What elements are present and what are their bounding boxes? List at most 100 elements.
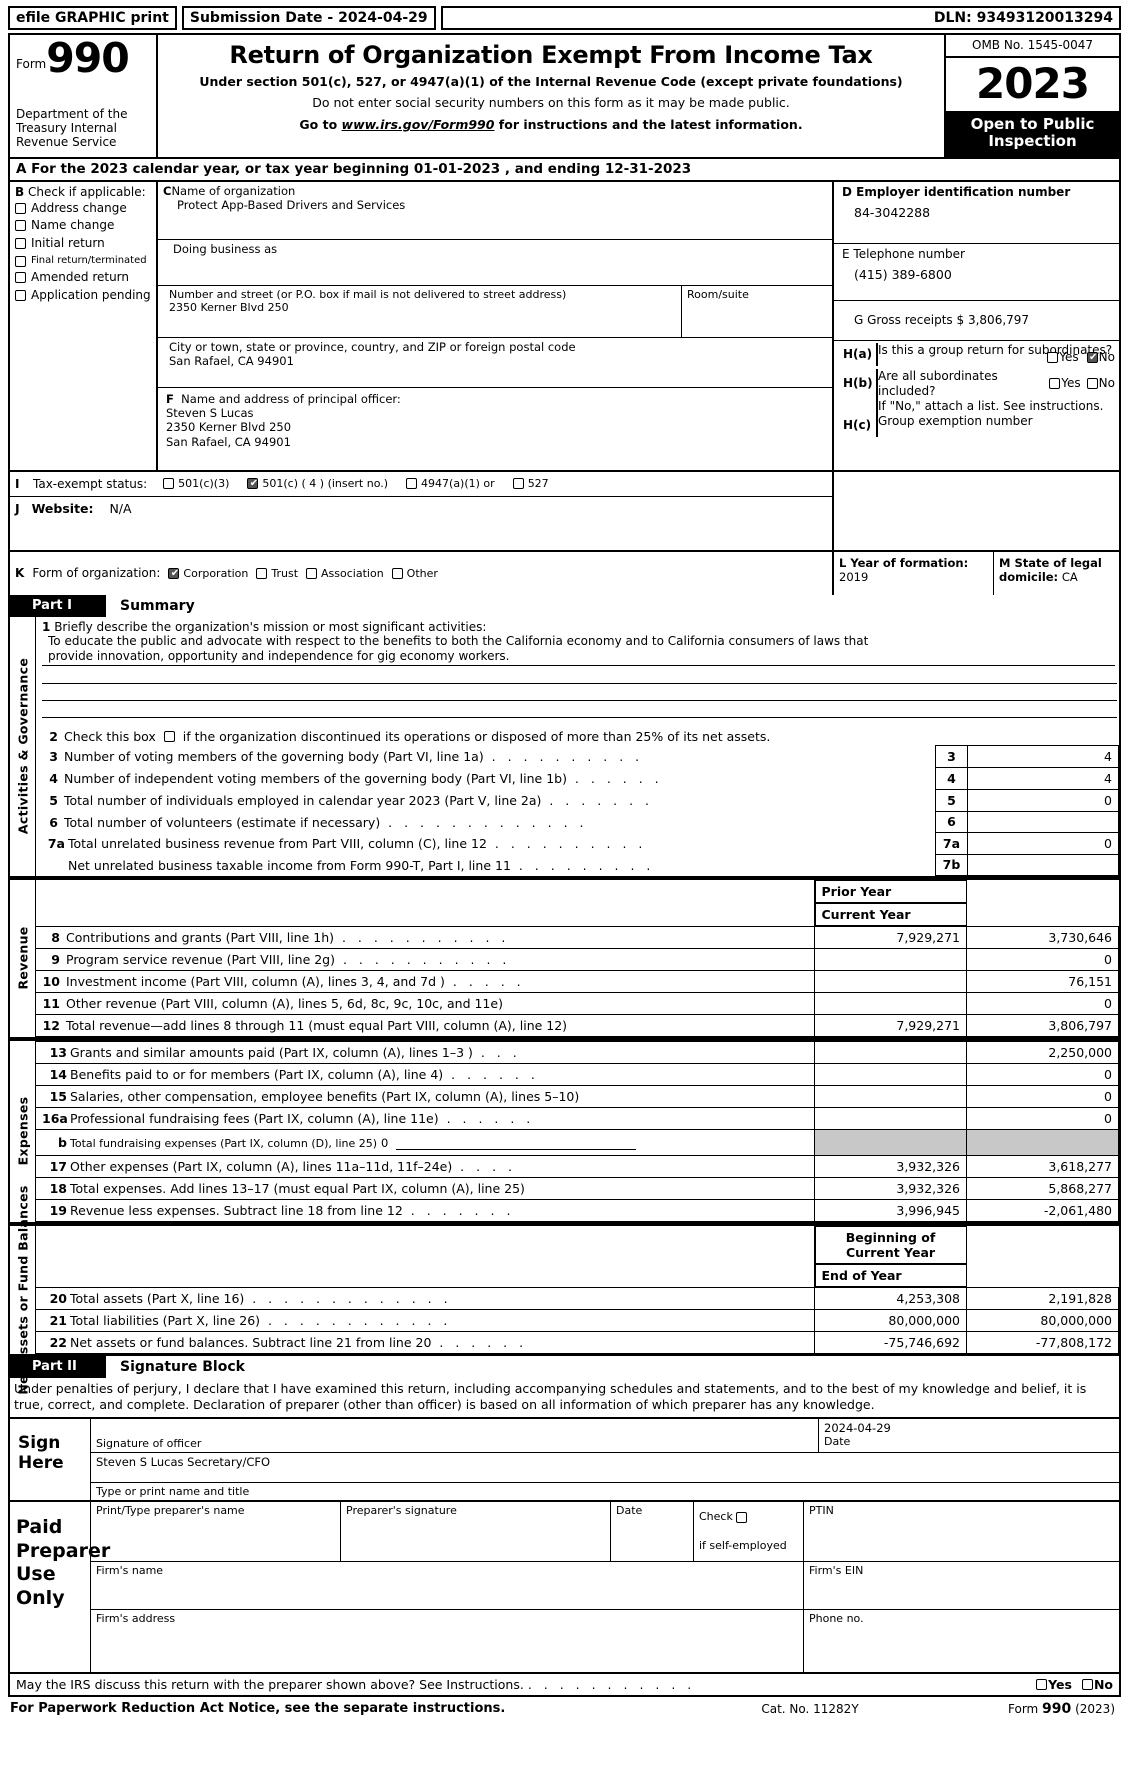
h-b-yes[interactable]: Yes	[1049, 376, 1081, 391]
checkbox-icon[interactable]	[406, 478, 418, 490]
checkbox-amended-return[interactable]: Amended return	[15, 270, 151, 285]
checkbox-icon[interactable]	[1036, 1678, 1048, 1690]
option-association[interactable]: Association	[306, 567, 384, 580]
principal-officer-cell: F Name and address of principal officer:…	[158, 388, 832, 470]
line-7b-label: Net unrelated business taxable income fr…	[68, 857, 511, 873]
h-a-no-label: No	[1098, 349, 1115, 364]
line-3-dots: . . . . . . . . . .	[491, 748, 644, 764]
checkbox-address-change[interactable]: Address change	[15, 201, 151, 216]
form-990-page: efile GRAPHIC print Submission Date - 20…	[0, 0, 1129, 1723]
org-name-value: Protect App-Based Drivers and Services	[177, 197, 406, 212]
gross-receipts-cell: G Gross receipts $ 3,806,797	[834, 301, 1119, 341]
section-f-letter: F	[166, 391, 174, 406]
checkbox-icon[interactable]	[391, 567, 403, 579]
checkbox-icon[interactable]	[306, 567, 318, 579]
checkbox-icon[interactable]	[15, 255, 26, 267]
preparer-name-field[interactable]: Print/Type preparer's name	[91, 1501, 341, 1561]
checkbox-icon[interactable]	[1081, 1678, 1093, 1690]
irs-discuss-no[interactable]: No	[1081, 1677, 1113, 1692]
checkbox-initial-return[interactable]: Initial return	[15, 236, 151, 251]
cat-number: Cat. No. 11282Y	[761, 1701, 859, 1716]
form-label: Form	[16, 56, 47, 71]
option-4947a1[interactable]: 4947(a)(1) or	[406, 477, 495, 490]
option-trust[interactable]: Trust	[256, 567, 298, 580]
line-6-key: 6	[935, 811, 967, 833]
checkbox-final-return[interactable]: Final return/terminated	[15, 255, 151, 267]
fundraising-blank-line	[396, 1138, 637, 1150]
checkbox-icon[interactable]	[168, 567, 180, 579]
line-5-num: 5	[49, 793, 58, 809]
website-value: N/A	[109, 500, 132, 516]
paid-label-line-2: Preparer	[16, 1539, 111, 1562]
option-other[interactable]: Other	[391, 567, 438, 580]
firm-address-field[interactable]: Firm's address	[91, 1609, 804, 1672]
checkbox-icon[interactable]	[15, 238, 26, 250]
telephone-label: E Telephone number	[842, 246, 965, 261]
h-a-no[interactable]: No	[1086, 349, 1115, 365]
h-a-yes[interactable]: Yes	[1047, 350, 1079, 365]
checkbox-icon[interactable]	[15, 271, 26, 283]
line-4-row: 4 Number of independent voting members of…	[36, 767, 1119, 790]
checkbox-icon[interactable]	[1086, 351, 1099, 363]
paid-preparer-fields: Print/Type preparer's name Preparer's si…	[90, 1501, 1119, 1672]
irs-discuss-yes[interactable]: Yes	[1036, 1677, 1072, 1692]
section-b-checkboxes: B Check if applicable: Address change Na…	[10, 181, 158, 470]
checkbox-icon[interactable]	[1049, 378, 1061, 390]
checkbox-icon[interactable]	[163, 730, 175, 742]
self-employed-check-field[interactable]: Check if self-employed	[694, 1501, 804, 1561]
option-501c3[interactable]: 501(c)(3)	[163, 477, 229, 490]
dba-cell: Doing business as	[158, 240, 832, 286]
option-corporation[interactable]: Corporation	[168, 567, 248, 580]
line-7a-row: 7a Total unrelated business revenue from …	[36, 832, 1119, 855]
line-8-label: Contributions and grants (Part VIII, lin…	[66, 929, 334, 945]
line-13-label: Grants and similar amounts paid (Part IX…	[70, 1044, 473, 1060]
name-title-field[interactable]: Steven S Lucas Secretary/CFO	[91, 1453, 1119, 1483]
gross-receipts-value: 3,806,797	[967, 313, 1030, 328]
irs-form990-link[interactable]: www.irs.gov/Form990	[342, 117, 495, 132]
line-5-label: Total number of individuals employed in …	[64, 793, 542, 809]
checkbox-icon[interactable]	[1086, 378, 1098, 390]
option-527[interactable]: 527	[512, 477, 549, 490]
checkbox-icon[interactable]	[247, 478, 259, 490]
page-title: Return of Organization Exempt From Incom…	[229, 41, 873, 69]
checkbox-icon[interactable]	[15, 289, 26, 301]
line-7b-value	[967, 854, 1119, 876]
checkbox-icon[interactable]	[512, 478, 524, 490]
firm-ein-field[interactable]: Firm's EIN	[804, 1562, 1119, 1609]
preparer-date-field[interactable]: Date	[611, 1501, 694, 1561]
org-name-cell: CName of organization Protect App-Based …	[158, 182, 832, 240]
title-subtitle-2: Do not enter social security numbers on …	[312, 95, 790, 110]
checkbox-icon[interactable]	[163, 478, 175, 490]
line-19-current: -2,061,480	[966, 1198, 1119, 1222]
option-501c4[interactable]: 501(c) ( 4 ) (insert no.)	[247, 477, 388, 490]
checkbox-label: Name change	[31, 218, 115, 233]
checkbox-name-change[interactable]: Name change	[15, 219, 151, 233]
checkbox-icon[interactable]	[1047, 351, 1059, 363]
phone-field[interactable]: Phone no.	[804, 1610, 1119, 1672]
form-footer-pre: Form	[1008, 1701, 1043, 1716]
line-19-num: 19	[49, 1202, 67, 1218]
mission-blank-rule	[42, 667, 1117, 684]
checkbox-icon[interactable]	[15, 202, 26, 214]
checkbox-application-pending[interactable]: Application pending	[15, 288, 151, 303]
ptin-field[interactable]: PTIN	[804, 1502, 1119, 1561]
checkbox-icon[interactable]	[735, 1511, 747, 1523]
officer-label: Name and address of principal officer:	[181, 391, 401, 406]
col-begin-year: Beginning of Current Year	[814, 1225, 967, 1264]
room-suite-cell: Room/suite	[682, 286, 832, 337]
vtab-revenue: Revenue	[10, 879, 36, 1037]
preparer-name-label: Print/Type preparer's name	[96, 1503, 245, 1517]
efile-print-label: efile GRAPHIC print	[8, 6, 177, 30]
h-b-no[interactable]: No	[1086, 376, 1115, 391]
signature-date-field[interactable]: 2024-04-29 Date	[819, 1419, 1119, 1452]
phone-label: Phone no.	[809, 1611, 864, 1625]
firm-name-field[interactable]: Firm's name	[91, 1561, 804, 1609]
officer-signature-field[interactable]: Signature of officer	[91, 1418, 819, 1452]
preparer-date-label: Date	[616, 1503, 643, 1517]
line-14-num: 14	[49, 1066, 67, 1082]
line-3-key: 3	[935, 744, 967, 768]
checkbox-icon[interactable]	[256, 567, 268, 579]
checkbox-icon[interactable]	[15, 220, 26, 232]
section-b-label: Check if applicable:	[27, 184, 146, 199]
preparer-signature-field[interactable]: Preparer's signature	[341, 1501, 611, 1561]
